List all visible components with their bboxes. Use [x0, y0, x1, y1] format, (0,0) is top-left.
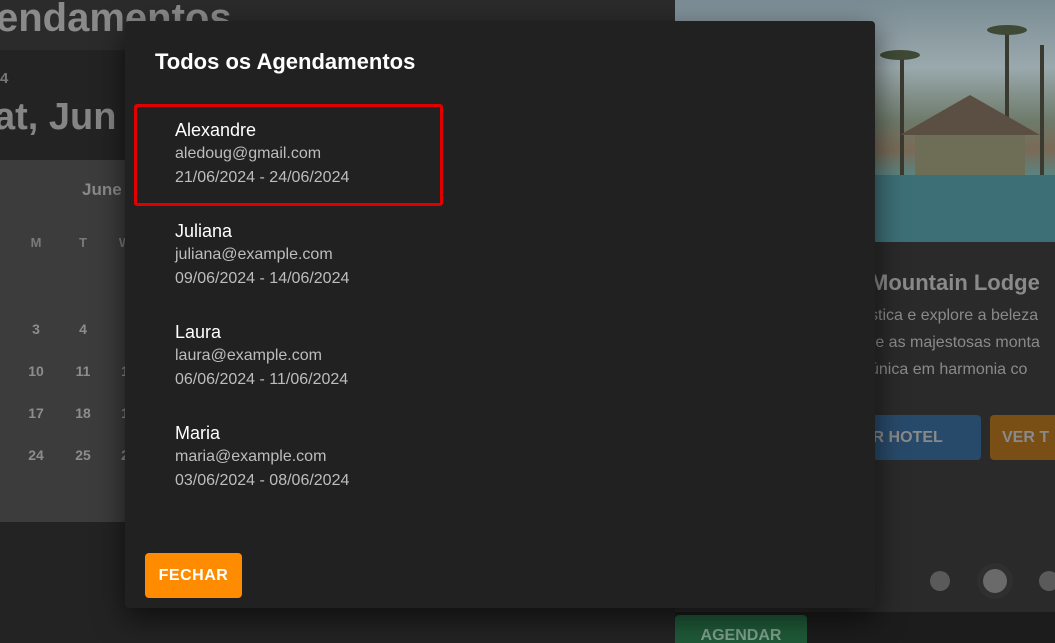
calendar-day[interactable]: 10 [21, 363, 51, 379]
booking-item[interactable]: Maria maria@example.com 03/06/2024 - 08/… [125, 407, 875, 508]
calendar [0, 160, 140, 522]
booking-item[interactable]: Laura laura@example.com 06/06/2024 - 11/… [125, 306, 875, 407]
carousel-dot-active[interactable] [983, 569, 1007, 593]
bookings-list: Alexandre aledoug@gmail.com 21/06/2024 -… [125, 104, 875, 508]
calendar-day[interactable]: 11 [68, 363, 98, 379]
booking-email: aledoug@gmail.com [175, 145, 322, 162]
booking-dates: 06/06/2024 - 11/06/2024 [175, 371, 349, 388]
calendar-day[interactable]: 24 [21, 447, 51, 463]
booking-name: Alexandre [175, 120, 257, 140]
schedule-button[interactable]: AGENDAR [675, 615, 807, 643]
booking-name: Maria [175, 423, 221, 443]
booking-email: maria@example.com [175, 448, 327, 465]
hotel-description-line: re as majestosas monta [870, 334, 1040, 351]
palm-leaf [880, 50, 920, 60]
hotel-description-line: stica e explore a beleza [870, 307, 1039, 324]
booking-email: laura@example.com [175, 347, 322, 364]
booking-dates: 21/06/2024 - 24/06/2024 [175, 169, 350, 186]
booking-dates: 03/06/2024 - 08/06/2024 [175, 472, 350, 489]
bookings-dialog: Todos os Agendamentos Alexandre aledoug@… [125, 21, 875, 608]
weekday-header: T [79, 235, 87, 250]
palm-tree-trunk [1040, 45, 1044, 175]
booking-name: Laura [175, 322, 222, 342]
calendar-day[interactable]: 3 [21, 321, 51, 337]
carousel-dot[interactable] [930, 571, 950, 591]
calendar-day[interactable]: 4 [68, 321, 98, 337]
carousel-dot[interactable] [1039, 571, 1055, 591]
booking-item[interactable]: Juliana juliana@example.com 09/06/2024 -… [125, 205, 875, 306]
hotel-description-line: única em harmonia co [870, 361, 1028, 378]
calendar-day[interactable]: 17 [21, 405, 51, 421]
hut-roof [900, 95, 1040, 135]
year-label: 4 [0, 70, 9, 87]
calendar-day[interactable]: 18 [68, 405, 98, 421]
booking-item[interactable]: Alexandre aledoug@gmail.com 21/06/2024 -… [125, 104, 875, 206]
hut [915, 135, 1025, 180]
close-button[interactable]: FECHAR [145, 553, 242, 598]
calendar-month: June [82, 180, 122, 199]
weekday-header: M [30, 235, 42, 250]
selected-date: at, Jun [0, 96, 117, 138]
booking-name: Juliana [175, 221, 233, 241]
view-button[interactable]: VER T [990, 415, 1055, 460]
dialog-title: Todos os Agendamentos [155, 49, 416, 74]
palm-leaf [987, 25, 1027, 35]
booking-email: juliana@example.com [175, 246, 333, 263]
hotel-name: Mountain Lodge [870, 270, 1040, 295]
calendar-day[interactable]: 25 [68, 447, 98, 463]
booking-dates: 09/06/2024 - 14/06/2024 [175, 270, 350, 287]
